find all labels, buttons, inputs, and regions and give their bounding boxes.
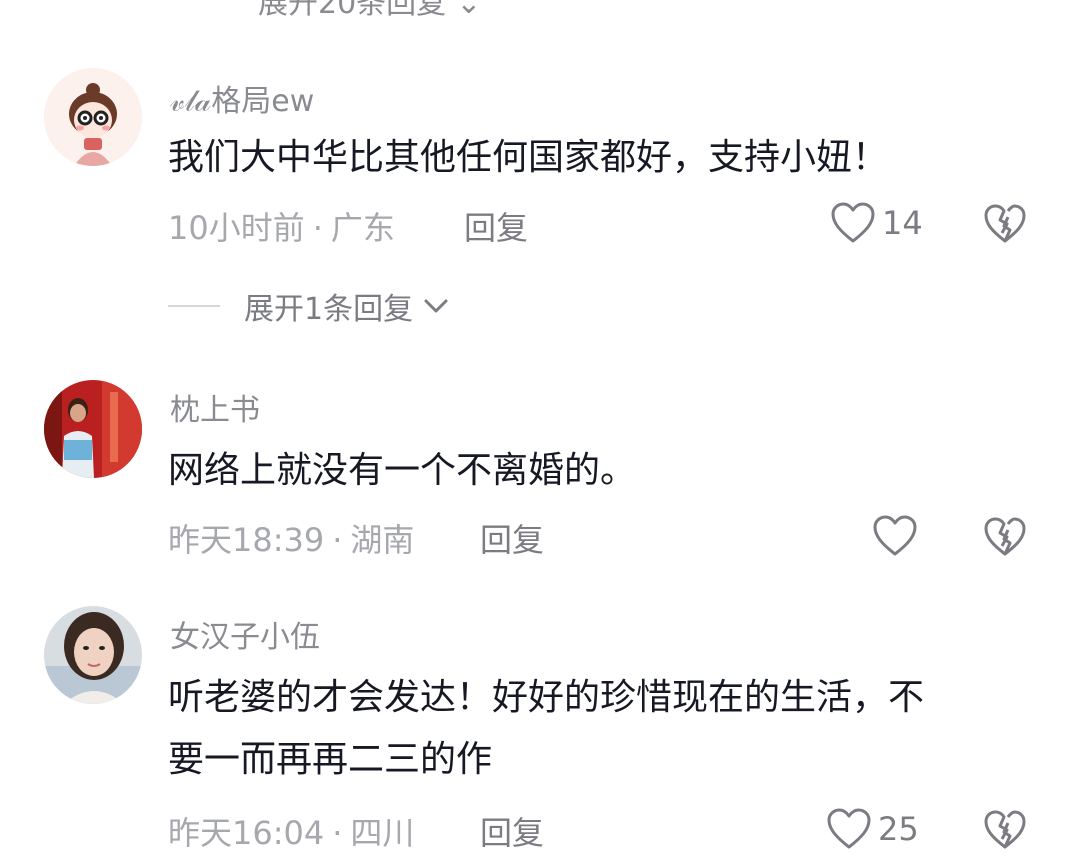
meta-separator: · [312,209,323,247]
comment-location: 湖南 [350,521,415,559]
avatar[interactable] [44,68,142,166]
like-button[interactable]: 25 [826,805,919,853]
heart-icon [873,515,917,556]
photo-avatar-icon [44,380,142,478]
expand-divider [168,305,220,307]
like-button[interactable]: 14 [830,199,923,247]
reply-button[interactable]: 回复 [480,515,544,561]
like-button[interactable] [872,512,918,560]
chevron-down-icon [424,299,448,313]
like-count: 14 [882,204,923,242]
avatar[interactable] [44,606,142,704]
expand-replies-top[interactable]: 展开20条回复 ⌄ [258,0,481,22]
comment-text: 网络上就没有一个不离婚的。 [168,450,637,491]
expand-replies-label: 展开1条回复 [244,292,414,327]
avatar[interactable] [44,380,142,478]
broken-heart-icon [984,517,1026,556]
heart-icon [831,202,875,243]
username[interactable]: 女汉子小伍 [170,612,320,656]
expand-replies[interactable]: 展开1条回复 [168,284,451,328]
meta-separator: · [332,521,343,559]
reply-button[interactable]: 回复 [464,203,528,249]
reply-button[interactable]: 回复 [480,808,544,854]
comment-text-line: 听老婆的才会发达！好好的珍惜现在的生活，不 [168,677,925,718]
photo-avatar-icon [44,606,142,704]
broken-heart-icon [984,810,1026,849]
comment-time: 10小时前 [168,209,305,247]
heart-icon [827,808,871,849]
comment-time: 昨天16:04 [168,814,325,852]
comment-text: 听老婆的才会发达！好好的珍惜现在的生活，不 要一而再再二三的作 [168,667,1038,791]
comment-text-line: 要一而再再二三的作 [168,739,493,780]
comment-text: 我们大中华比其他任何国家都好，支持小妞！ [168,137,889,178]
comment-meta: 10小时前 · 广东 [168,203,395,249]
meta-separator: · [332,814,343,852]
comment-location: 广东 [330,209,395,247]
comment-meta: 昨天18:39 · 湖南 [168,515,414,561]
broken-heart-icon [984,204,1026,243]
expand-replies-label: 展开20条回复 [258,0,447,21]
username[interactable]: 𝓋𝓁𝒶格局ew [170,76,314,120]
comment-meta: 昨天16:04 · 四川 [168,808,414,854]
dislike-button[interactable] [983,200,1027,248]
comment-time: 昨天18:39 [168,521,325,559]
comment-location: 四川 [350,814,415,852]
cartoon-girl-avatar-icon [44,68,142,166]
chevron-down-icon: ⌄ [456,0,482,21]
like-count: 25 [878,810,919,848]
username[interactable]: 枕上书 [170,385,260,429]
dislike-button[interactable] [983,513,1027,561]
dislike-button[interactable] [983,806,1027,854]
